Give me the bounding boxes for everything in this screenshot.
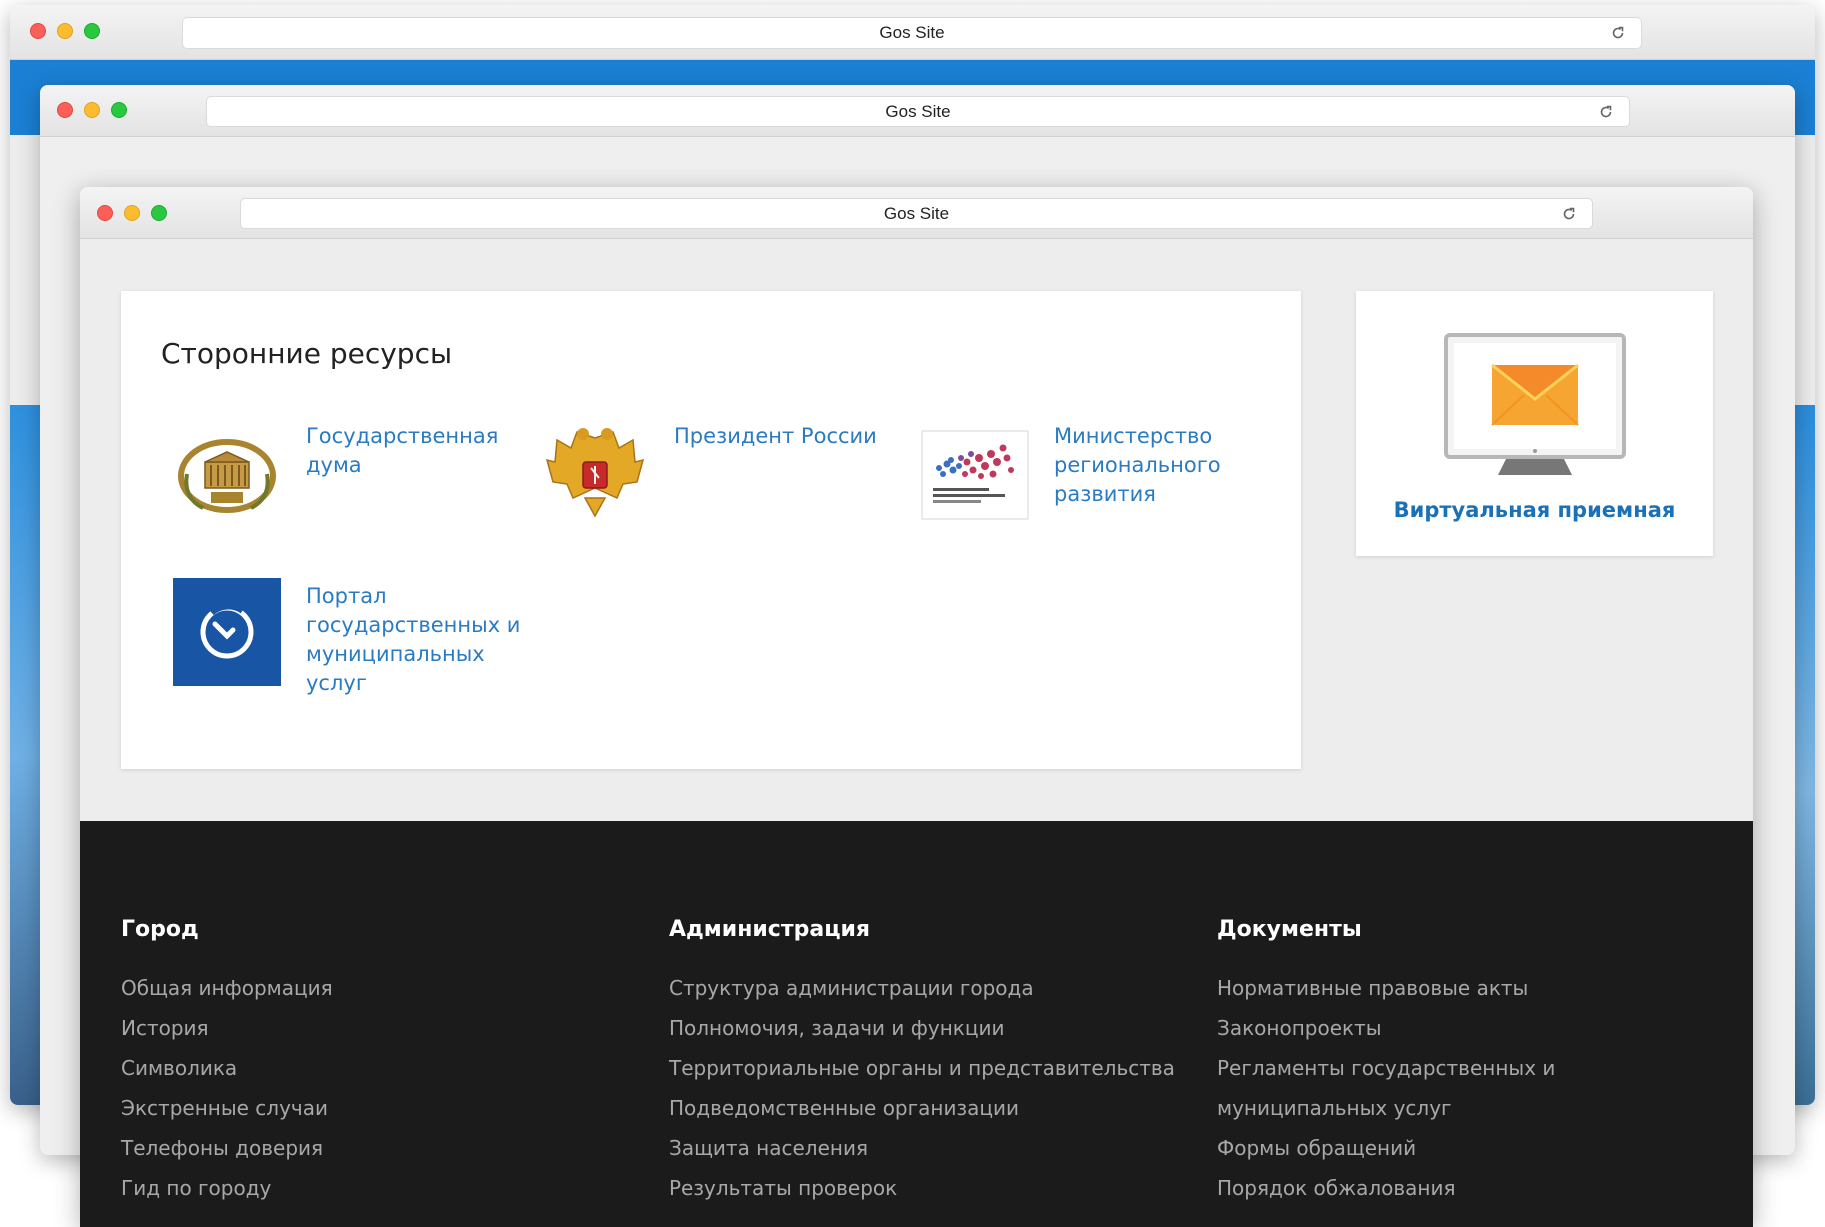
footer-column-documents: Документы Нормативные правовые акты Зако…	[1217, 917, 1555, 1208]
reload-icon[interactable]	[1597, 103, 1615, 121]
russia-coat-of-arms-icon	[545, 428, 645, 518]
ministry-logo-icon	[921, 430, 1029, 520]
minimize-window-button[interactable]	[57, 23, 73, 39]
minimize-window-button[interactable]	[84, 102, 100, 118]
page-body: Сторонние ресурсы Государственная дума П…	[80, 239, 1753, 1227]
resource-label[interactable]: Портал государственных и муниципальных у…	[306, 582, 521, 698]
footer-column-administration: Администрация Структура администрации го…	[669, 917, 1175, 1208]
address-bar[interactable]: Gos Site	[182, 17, 1642, 49]
footer-heading: Город	[121, 917, 199, 942]
footer-heading: Документы	[1217, 917, 1362, 942]
footer-link[interactable]: Телефоны доверия	[121, 1128, 333, 1168]
site-footer: Город Общая информация История Символика…	[80, 821, 1753, 1227]
window-titlebar: Gos Site	[10, 5, 1815, 60]
footer-link[interactable]: Регламенты государственных и	[1217, 1048, 1555, 1088]
close-window-button[interactable]	[57, 102, 73, 118]
footer-link[interactable]: Структура администрации города	[669, 968, 1175, 1008]
footer-link[interactable]: История	[121, 1008, 333, 1048]
virtual-reception-card[interactable]: Виртуальная приемная	[1356, 291, 1713, 556]
footer-link[interactable]: Защита населения	[669, 1128, 1175, 1168]
address-bar-text: Gos Site	[883, 204, 950, 223]
virtual-reception-link[interactable]: Виртуальная приемная	[1356, 498, 1713, 522]
resources-title: Сторонние ресурсы	[161, 337, 453, 370]
reload-icon[interactable]	[1560, 205, 1578, 223]
footer-link[interactable]: Символика	[121, 1048, 333, 1088]
resource-gosuslugi[interactable]: Портал государственных и муниципальных у…	[173, 578, 553, 718]
address-bar-text: Gos Site	[879, 23, 945, 42]
maximize-window-button[interactable]	[151, 205, 167, 221]
footer-link[interactable]: Результаты проверок	[669, 1168, 1175, 1208]
address-bar-text: Gos Site	[885, 102, 951, 121]
footer-heading: Администрация	[669, 917, 871, 942]
close-window-button[interactable]	[97, 205, 113, 221]
resources-card: Сторонние ресурсы Государственная дума П…	[121, 291, 1301, 769]
footer-link[interactable]: Формы обращений	[1217, 1128, 1555, 1168]
reload-icon[interactable]	[1609, 24, 1627, 42]
footer-link[interactable]: Нормативные правовые акты	[1217, 968, 1555, 1008]
maximize-window-button[interactable]	[111, 102, 127, 118]
window-titlebar: Gos Site	[40, 85, 1795, 137]
footer-column-city: Город Общая информация История Символика…	[121, 917, 333, 1208]
footer-link[interactable]: Подведомственные организации	[669, 1088, 1175, 1128]
browser-window-front: Gos Site Сторонние ресурсы Государственн…	[80, 187, 1753, 1227]
monitor-mail-icon	[1444, 333, 1626, 475]
resource-label[interactable]: Министерство регионального развития	[1054, 422, 1269, 509]
close-window-button[interactable]	[30, 23, 46, 39]
resource-label[interactable]: Президент России	[674, 422, 889, 451]
footer-link[interactable]: муниципальных услуг	[1217, 1088, 1555, 1128]
address-bar[interactable]: Gos Site	[240, 198, 1593, 229]
footer-link[interactable]: Гид по городу	[121, 1168, 333, 1208]
footer-link[interactable]: Законопроекты	[1217, 1008, 1555, 1048]
minimize-window-button[interactable]	[124, 205, 140, 221]
maximize-window-button[interactable]	[84, 23, 100, 39]
footer-link[interactable]: Экстренные случаи	[121, 1088, 333, 1128]
footer-link[interactable]: Полномочия, задачи и функции	[669, 1008, 1175, 1048]
footer-link[interactable]: Общая информация	[121, 968, 333, 1008]
duma-emblem-icon	[178, 439, 276, 513]
window-titlebar: Gos Site	[80, 187, 1753, 239]
footer-link[interactable]: Территориальные органы и представительст…	[669, 1048, 1175, 1088]
resource-ministry[interactable]: Министерство регионального развития	[921, 418, 1281, 528]
gosuslugi-icon	[173, 578, 281, 686]
resource-label[interactable]: Государственная дума	[306, 422, 521, 480]
resource-duma[interactable]: Государственная дума	[173, 418, 533, 528]
resource-president[interactable]: Президент России	[541, 418, 901, 528]
footer-link[interactable]: Порядок обжалования	[1217, 1168, 1555, 1208]
address-bar[interactable]: Gos Site	[206, 96, 1630, 127]
